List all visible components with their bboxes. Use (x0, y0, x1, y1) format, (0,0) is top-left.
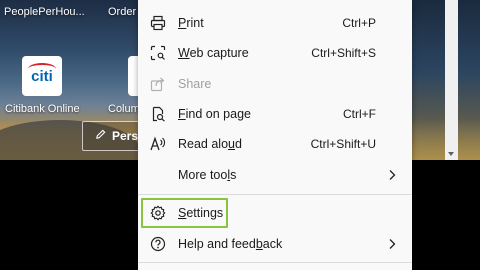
menu-item-web-capture[interactable]: Web capture Ctrl+Shift+S (138, 38, 412, 68)
quick-link-label[interactable]: Citibank Online (5, 103, 80, 115)
shortcut-text: Ctrl+Shift+S (311, 46, 376, 60)
menu-divider (138, 194, 412, 195)
shortcut-text: Ctrl+P (342, 16, 376, 30)
menu-item-label: Help and feedback (178, 237, 283, 251)
settings-highlight-box (141, 198, 228, 228)
web-capture-icon (150, 45, 166, 61)
citibank-tile-icon[interactable]: citi (22, 56, 62, 96)
citi-logo: citi (28, 62, 57, 85)
menu-item-more-tools[interactable]: More tools (138, 160, 412, 190)
share-icon (150, 77, 165, 92)
menu-item-print[interactable]: Print Ctrl+P (138, 8, 412, 38)
shortcut-text: Ctrl+Shift+U (310, 137, 376, 151)
menu-item-label: More tools (178, 168, 237, 182)
scroll-down-arrow-icon[interactable] (448, 152, 454, 156)
menu-item-label: Share (178, 77, 212, 91)
menu-item-label: Find on page (178, 107, 251, 121)
menu-item-read-aloud[interactable]: Read aloud Ctrl+Shift+U (138, 129, 412, 159)
page-scrollbar[interactable] (445, 0, 458, 160)
read-aloud-icon (150, 136, 165, 151)
quick-link-label[interactable]: Order (108, 6, 136, 18)
menu-item-help-and-feedback[interactable]: Help and feedback (138, 229, 412, 259)
browser-settings-menu: Print Ctrl+P Web capture Ctrl+Shift+S Sh… (138, 0, 412, 270)
chevron-right-icon (389, 170, 396, 180)
pencil-icon (95, 129, 106, 143)
quick-link-label[interactable]: PeoplePerHou... (4, 6, 85, 18)
shortcut-text: Ctrl+F (343, 107, 376, 121)
menu-divider (138, 262, 412, 263)
menu-item-find-on-page[interactable]: Find on page Ctrl+F (138, 99, 412, 129)
find-on-page-icon (152, 106, 165, 122)
help-icon (150, 236, 166, 252)
menu-item-label: Read aloud (178, 137, 242, 151)
menu-item-share: Share (138, 69, 412, 99)
menu-item-label: Print (178, 16, 204, 30)
chevron-right-icon (389, 239, 396, 249)
printer-icon (150, 15, 166, 31)
quick-link-label[interactable]: Colum (108, 103, 140, 115)
menu-item-label: Web capture (178, 46, 249, 60)
